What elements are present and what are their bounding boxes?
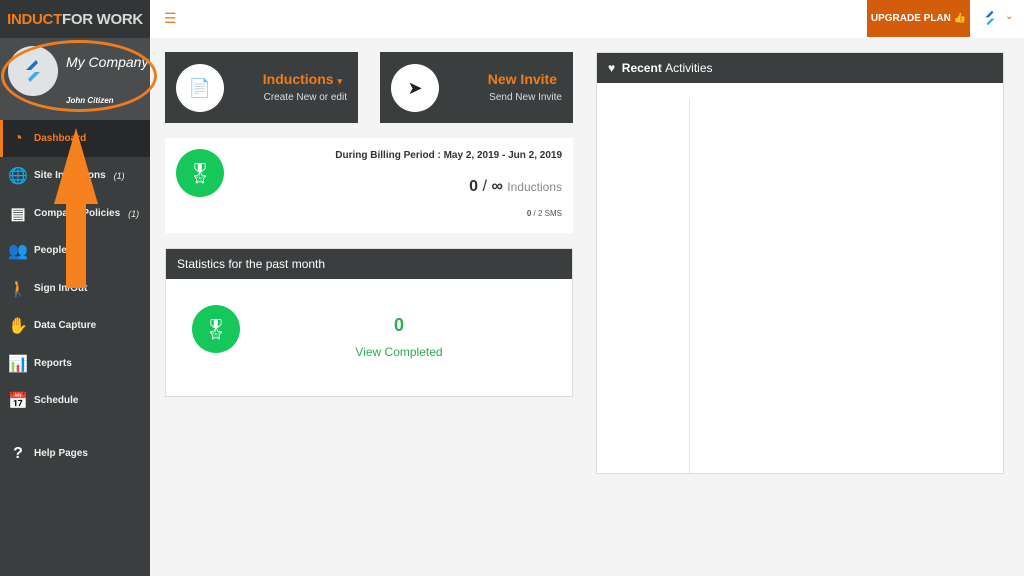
caret-down-icon: ▾ <box>337 76 342 86</box>
annotation-arrow-icon <box>54 128 98 288</box>
question-icon: ? <box>13 444 23 462</box>
billing-panel: 🎖 During Billing Period : May 2, 2019 - … <box>165 138 573 233</box>
heartbeat-icon: ♥ <box>608 61 616 75</box>
bar-chart-icon: 📊 <box>8 355 28 373</box>
brand-logo[interactable]: INDUCT FOR WORK <box>0 0 150 38</box>
new-invite-card[interactable]: ➤ New Invite Send New Invite <box>380 52 573 123</box>
inductions-card[interactable]: 📄 Inductions ▾ Create New or edit <box>165 52 358 123</box>
sidebar-item-schedule[interactable]: 📅 Schedule <box>0 382 150 419</box>
send-arrow-icon: ➤ <box>391 64 439 112</box>
people-icon: 👥 <box>8 242 28 260</box>
hand-icon: ✋ <box>8 317 28 335</box>
recent-activities-panel: ♥ Recent Activities <box>596 52 1004 474</box>
sidebar: INDUCT FOR WORK My Company John Citizen ◔… <box>0 0 157 576</box>
hamburger-menu-icon[interactable]: ☰ <box>164 10 177 27</box>
account-avatar[interactable] <box>980 8 1000 33</box>
topbar: ☰ UPGRADE PLAN 👍 ⌄ <box>150 0 1024 38</box>
sidebar-item-reports[interactable]: 📊 Reports <box>0 345 150 382</box>
award-icon: 🎖 <box>176 149 224 197</box>
recent-activities-header: ♥ Recent Activities <box>597 53 1003 83</box>
upgrade-plan-button[interactable]: UPGRADE PLAN 👍 <box>867 0 970 37</box>
sidebar-item-data-capture[interactable]: ✋ Data Capture <box>0 307 150 344</box>
thumbs-up-icon: 👍 <box>953 13 967 24</box>
timeline-line <box>689 99 690 473</box>
view-completed-link[interactable]: View Completed <box>166 345 632 359</box>
stats-panel: Statistics for the past month 🎖 0 View C… <box>165 248 573 397</box>
calendar-icon: 📅 <box>8 392 28 410</box>
globe-icon: 🌐 <box>8 167 28 185</box>
count-badge: (1) <box>113 170 125 181</box>
dashboard-gauge-icon: ◔ <box>13 129 23 147</box>
stats-title: Statistics for the past month <box>166 249 572 279</box>
chevron-down-icon[interactable]: ⌄ <box>1005 11 1013 22</box>
walking-icon: 🚶 <box>8 280 28 298</box>
book-icon: ▤ <box>10 205 26 223</box>
highlight-ring <box>1 40 157 112</box>
count-badge: (1) <box>128 208 140 219</box>
sidebar-item-help-pages[interactable]: ? Help Pages <box>0 435 150 472</box>
document-icon: 📄 <box>176 64 224 112</box>
